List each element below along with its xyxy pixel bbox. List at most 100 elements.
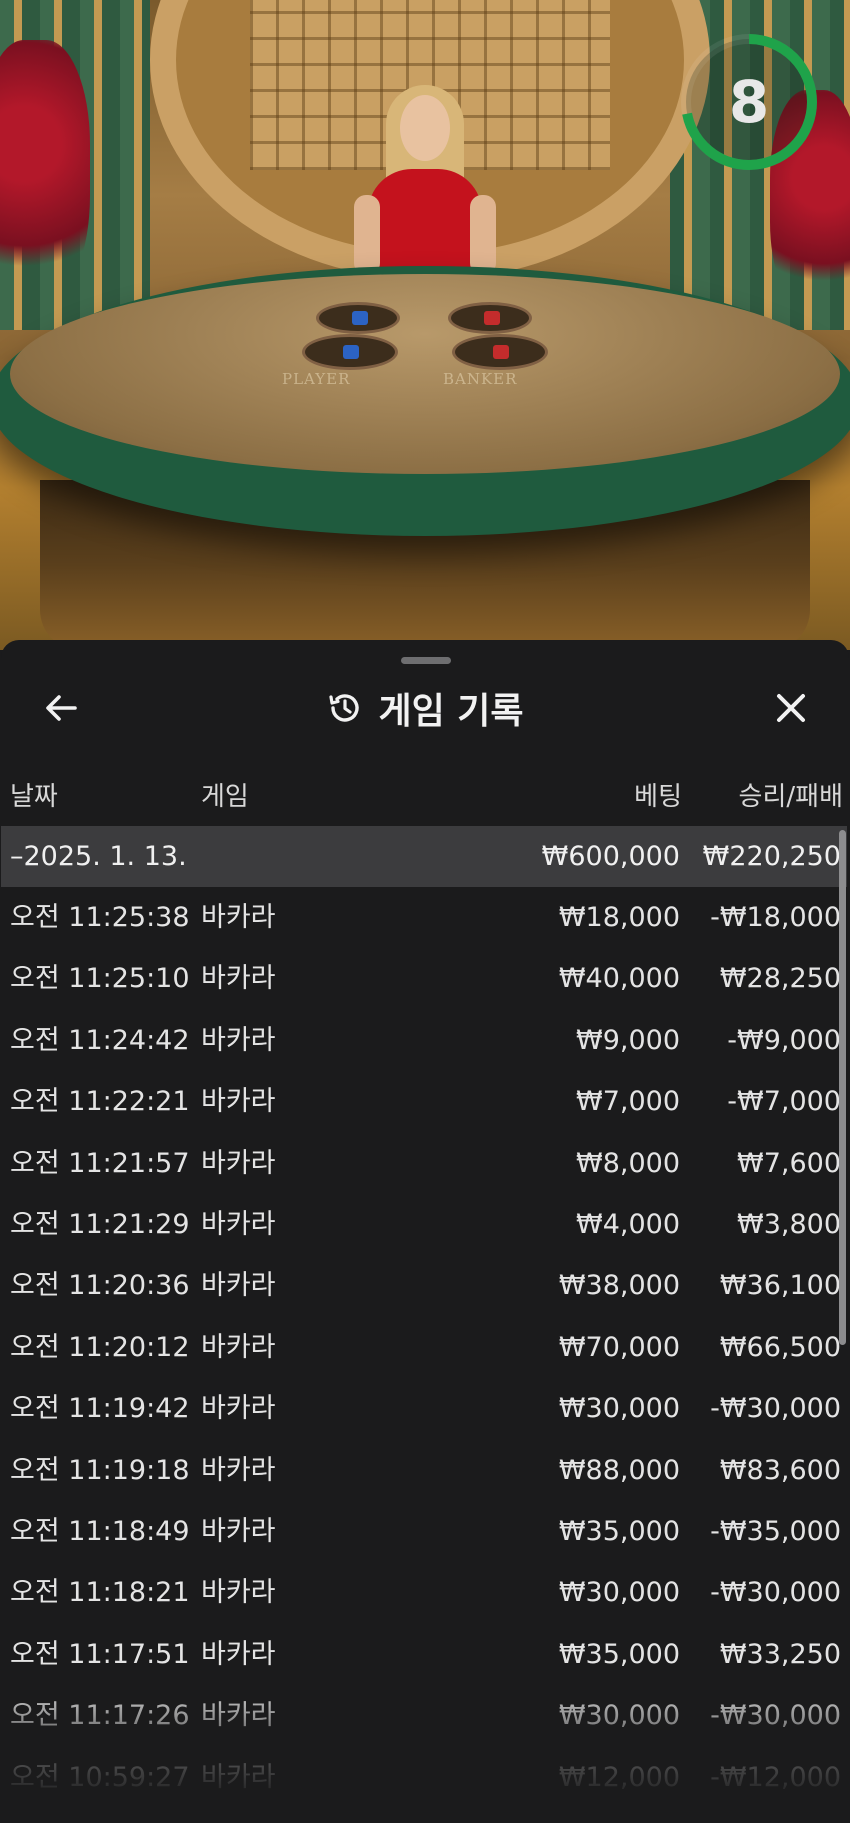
history-row[interactable]: 오전 11:25:38 바카라 ₩18,000 -₩18,000 (1, 887, 847, 948)
column-header-date[interactable]: 날짜 (10, 776, 58, 813)
row-result: -₩30,000 (710, 1393, 841, 1425)
row-game: 바카라 (201, 1638, 276, 1670)
row-bet: ₩30,000 (558, 1393, 680, 1425)
row-result: ₩7,600 (737, 1147, 841, 1179)
row-bet: ₩12,000 (558, 1761, 680, 1793)
row-bet: ₩40,000 (558, 963, 680, 995)
row-result: ₩28,250 (719, 963, 841, 995)
row-game: 바카라 (201, 1147, 276, 1179)
row-bet: ₩18,000 (558, 902, 680, 933)
row-result: -₩12,000 (710, 1761, 841, 1793)
banker-table-label: BANKER (443, 370, 518, 388)
history-row[interactable]: 오전 11:22:21 바카라 ₩7,000 -₩7,000 (1, 1071, 847, 1132)
row-bet: ₩38,000 (558, 1270, 680, 1302)
row-result: -₩18,000 (710, 902, 841, 933)
drag-handle[interactable] (401, 657, 451, 664)
row-time: 오전 11:20:12 (10, 1331, 190, 1363)
history-row[interactable]: 오전 11:18:49 바카라 ₩35,000 -₩35,000 (1, 1501, 847, 1562)
timer-value: 8 (728, 68, 770, 136)
row-result: -₩30,000 (710, 1577, 841, 1609)
row-game: 바카라 (201, 1024, 276, 1056)
row-time: 오전 11:20:36 (10, 1270, 190, 1302)
row-result: ₩36,100 (719, 1270, 841, 1302)
panel-title: 게임 기록 (378, 691, 524, 732)
row-bet: ₩70,000 (558, 1331, 680, 1363)
row-result: -₩30,000 (710, 1700, 841, 1732)
history-row[interactable]: 오전 11:21:57 바카라 ₩8,000 ₩7,600 (1, 1133, 847, 1194)
dealer (354, 85, 496, 295)
row-time: 오전 10:59:27 (10, 1761, 190, 1793)
row-result: -₩35,000 (710, 1516, 841, 1547)
row-result: -₩9,000 (727, 1024, 841, 1056)
dice-cup (448, 302, 532, 334)
row-game: 바카라 (201, 1761, 276, 1793)
history-row[interactable]: 오전 11:20:12 바카라 ₩70,000 ₩66,500 (1, 1317, 847, 1378)
row-time: 오전 11:19:42 (10, 1393, 190, 1425)
dice-cup (316, 302, 400, 334)
close-icon (777, 694, 805, 722)
history-row[interactable]: 오전 11:17:51 바카라 ₩35,000 ₩33,250 (1, 1624, 847, 1685)
row-time: 오전 11:24:42 (10, 1024, 190, 1056)
row-bet: ₩35,000 (558, 1516, 680, 1547)
history-icon (329, 694, 360, 722)
row-result: ₩3,800 (737, 1209, 841, 1240)
row-time: 오전 11:22:21 (10, 1086, 190, 1118)
row-bet: ₩88,000 (558, 1454, 680, 1486)
row-result: ₩83,600 (719, 1454, 841, 1486)
baccarat-table-felt (10, 274, 840, 474)
row-game: 바카라 (201, 1700, 276, 1732)
row-bet: ₩9,000 (576, 1024, 680, 1056)
player-table-label: PLAYER (282, 370, 351, 388)
summary-win-loss-total: ₩220,250 (702, 841, 841, 872)
row-result: -₩7,000 (727, 1086, 841, 1118)
row-game: 바카라 (201, 1086, 276, 1118)
summary-bet-total: ₩600,000 (541, 841, 680, 872)
scrollbar-thumb[interactable] (839, 830, 846, 1345)
row-result: ₩33,250 (719, 1638, 841, 1670)
row-time: 오전 11:18:21 (10, 1577, 190, 1609)
blossom-decoration-left (0, 40, 90, 300)
history-row[interactable]: 오전 11:18:21 바카라 ₩30,000 -₩30,000 (1, 1562, 847, 1623)
column-header-win-loss[interactable]: 승리/패배 (739, 776, 843, 813)
date-summary-row[interactable]: –2025. 1. 13. ₩600,000 ₩220,250 (1, 826, 847, 887)
row-time: 오전 11:21:29 (10, 1209, 190, 1240)
row-time: 오전 11:17:51 (10, 1638, 190, 1670)
row-bet: ₩7,000 (576, 1086, 680, 1118)
row-time: 오전 11:25:38 (10, 902, 190, 933)
history-row[interactable]: 오전 11:17:26 바카라 ₩30,000 -₩30,000 (1, 1685, 847, 1746)
row-bet: ₩8,000 (576, 1147, 680, 1179)
live-video-scene: PLAYER BANKER 8 (0, 0, 850, 650)
row-game: 바카라 (201, 1270, 276, 1302)
row-result: ₩66,500 (719, 1331, 841, 1363)
history-row[interactable]: 오전 11:19:42 바카라 ₩30,000 -₩30,000 (1, 1378, 847, 1439)
row-bet: ₩30,000 (558, 1700, 680, 1732)
row-bet: ₩30,000 (558, 1577, 680, 1609)
row-bet: ₩35,000 (558, 1638, 680, 1670)
row-time: 오전 11:25:10 (10, 963, 190, 995)
summary-date: –2025. 1. 13. (10, 841, 187, 872)
row-game: 바카라 (201, 1393, 276, 1425)
row-game: 바카라 (201, 902, 276, 933)
row-time: 오전 11:17:26 (10, 1700, 190, 1732)
history-row[interactable]: 오전 11:24:42 바카라 ₩9,000 -₩9,000 (1, 1010, 847, 1071)
row-game: 바카라 (201, 963, 276, 995)
row-time: 오전 11:19:18 (10, 1454, 190, 1486)
game-history-panel: 게임 기록 날짜 게임 베팅 승리/패배 –2025. 1. 13. ₩600,… (1, 640, 849, 1823)
row-bet: ₩4,000 (576, 1209, 680, 1240)
column-header-bet[interactable]: 베팅 (634, 776, 682, 813)
history-row[interactable]: 오전 11:19:18 바카라 ₩88,000 ₩83,600 (1, 1440, 847, 1501)
panel-header: 게임 기록 (1, 680, 849, 736)
row-game: 바카라 (201, 1516, 276, 1547)
dice-cup (452, 334, 548, 370)
row-time: 오전 11:18:49 (10, 1516, 190, 1547)
history-row[interactable]: 오전 11:20:36 바카라 ₩38,000 ₩36,100 (1, 1255, 847, 1316)
column-header-game[interactable]: 게임 (201, 776, 249, 813)
history-row[interactable]: 오전 11:25:10 바카라 ₩40,000 ₩28,250 (1, 948, 847, 1009)
close-button[interactable] (767, 684, 815, 732)
history-row[interactable]: 오전 11:21:29 바카라 ₩4,000 ₩3,800 (1, 1194, 847, 1255)
row-game: 바카라 (201, 1331, 276, 1363)
history-row[interactable]: 오전 10:59:27 바카라 ₩12,000 -₩12,000 (1, 1747, 847, 1808)
row-game: 바카라 (201, 1454, 276, 1486)
countdown-timer: 8 (680, 33, 818, 171)
row-game: 바카라 (201, 1577, 276, 1609)
